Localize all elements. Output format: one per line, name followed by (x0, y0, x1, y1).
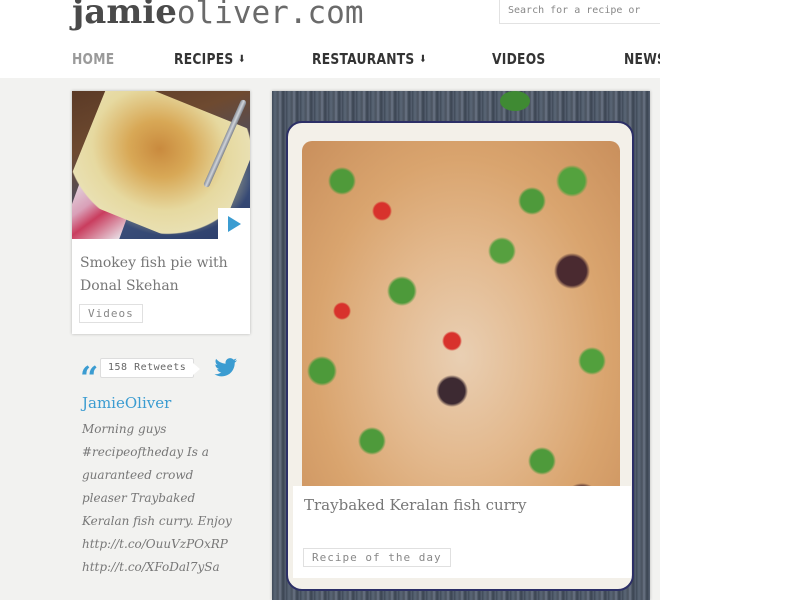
main-nav: HOME RECIPES ⬇ RESTAURANTS ⬇ VIDEOS NEWS (0, 50, 660, 72)
recipe-of-the-day-card[interactable]: Traybaked Keralan fish curry Recipe of t… (272, 91, 650, 600)
tweet-text: Morning guys #recipeoftheday Is a guaran… (82, 418, 252, 579)
site-header: jamieoliver.com Search for a recipe or H… (0, 0, 660, 78)
quote-icon: “ (80, 359, 99, 397)
tweet-hashtag[interactable]: #recipeoftheday Is a (82, 441, 252, 464)
retweet-count: 158 Retweets (100, 358, 201, 378)
video-card-title[interactable]: Smokey fish pie with Donal Skehan (80, 252, 245, 298)
nav-item-news[interactable]: NEWS (624, 50, 660, 68)
tweet-link[interactable]: http://t.co/XFoDal7ySa (82, 556, 252, 579)
recipe-of-the-day-tag[interactable]: Recipe of the day (303, 548, 451, 567)
feature-caption: Traybaked Keralan fish curry Recipe of t… (293, 486, 631, 578)
tweet-line: pleaser Traybaked (82, 491, 196, 505)
fish-pie-image[interactable] (72, 91, 250, 239)
dropdown-arrow-icon: ⬇ (238, 54, 246, 65)
dropdown-arrow-icon: ⬇ (419, 54, 427, 65)
nav-label: VIDEOS (492, 50, 546, 68)
tweet-link[interactable]: http://t.co/OuuVzPOxRP (82, 533, 252, 556)
nav-item-recipes[interactable]: RECIPES ⬇ (174, 50, 246, 68)
nav-label: HOME (72, 50, 115, 68)
logo-light: oliver.com (176, 0, 364, 31)
nav-item-videos[interactable]: VIDEOS (492, 50, 546, 68)
nav-label: RESTAURANTS (312, 50, 415, 68)
tweet-line: Morning guys (82, 422, 167, 436)
nav-item-restaurants[interactable]: RESTAURANTS ⬇ (312, 50, 427, 68)
twitter-handle-link[interactable]: JamieOliver (82, 394, 171, 412)
video-card[interactable]: Smokey fish pie with Donal Skehan Videos (72, 91, 250, 334)
tweet-line: Keralan fish curry. Enjoy (82, 514, 232, 528)
play-icon (228, 216, 241, 232)
site-logo[interactable]: jamieoliver.com (72, 0, 364, 32)
twitter-bird-icon[interactable] (214, 358, 238, 378)
search-input[interactable]: Search for a recipe or (499, 0, 660, 24)
play-button[interactable] (218, 208, 250, 239)
nav-label: RECIPES (174, 50, 234, 68)
page: jamieoliver.com Search for a recipe or H… (0, 0, 660, 600)
videos-tag[interactable]: Videos (79, 304, 143, 323)
tweet-line: guaranteed crowd (82, 468, 194, 482)
nav-label: NEWS (624, 50, 660, 68)
nav-item-home[interactable]: HOME (72, 50, 114, 68)
logo-bold: jamie (72, 0, 177, 32)
coriander-leaf (500, 91, 530, 111)
feature-title[interactable]: Traybaked Keralan fish curry (304, 496, 526, 514)
